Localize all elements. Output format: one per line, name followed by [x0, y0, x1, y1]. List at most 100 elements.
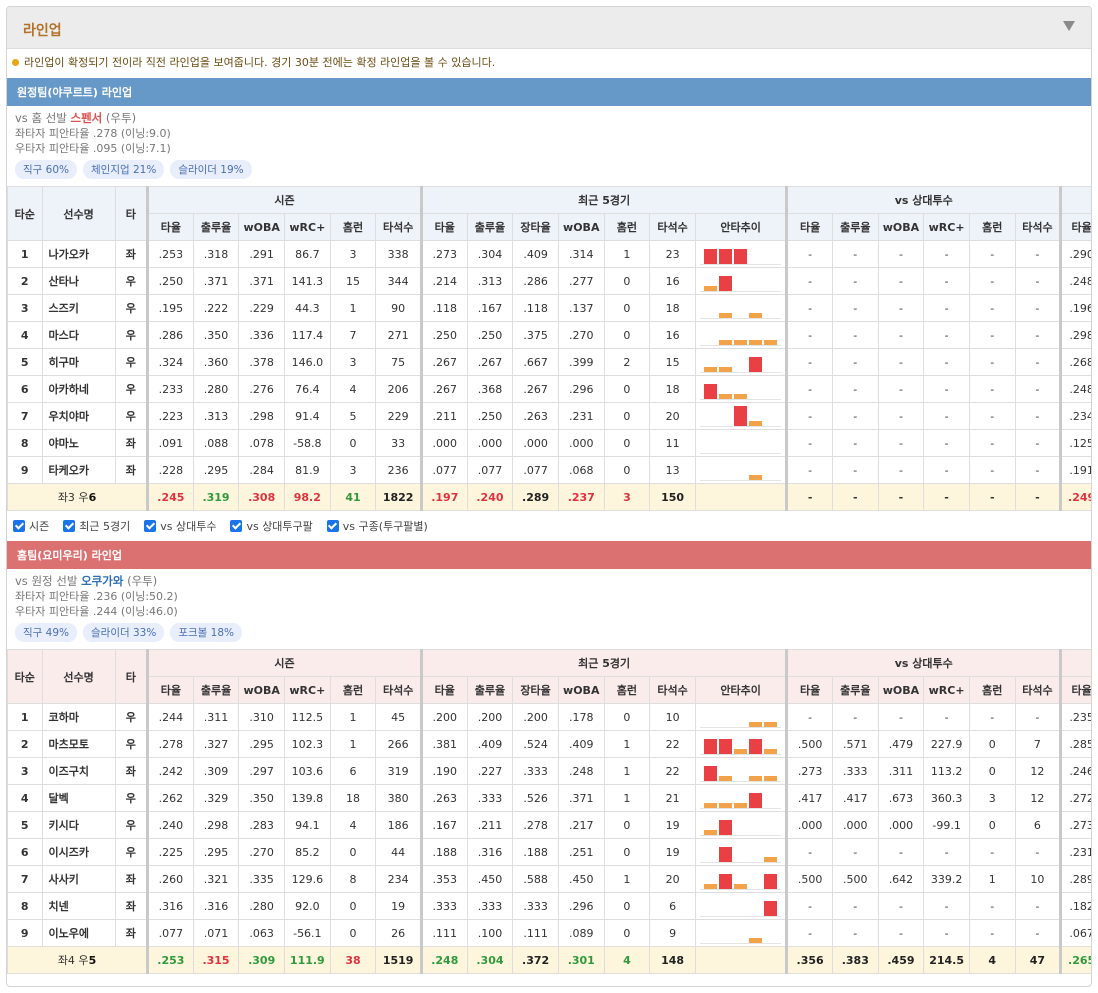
recent-stat: .227 — [466, 757, 514, 785]
trend-bar — [704, 915, 717, 916]
panel-header[interactable]: 라인업 — [7, 7, 1091, 49]
trend-bar — [718, 276, 732, 291]
batting-order: 2 — [7, 267, 43, 295]
vs-pitcher-stat: - — [1014, 703, 1062, 731]
col-season-woba: wOBA — [238, 213, 285, 241]
season-stat: .228 — [146, 456, 194, 484]
filter-vs-pitcher[interactable]: vs 상대투수 — [144, 518, 216, 534]
recent-stat: .588 — [512, 865, 559, 893]
filter-recent5[interactable]: 최근 5경기 — [63, 518, 130, 534]
trend-bar — [703, 384, 717, 399]
player-row[interactable]: 5 히구마 우 .324.360.378 146.0 3 75.267.267.667.39… — [7, 348, 1091, 376]
filter-label: vs 상대투구팔 — [246, 520, 313, 533]
player-row[interactable]: 4 마스다 우 .286.350.336 117.4 7 271.250.250.375.2… — [7, 321, 1091, 349]
player-row[interactable]: 8 야마노 좌 .091.088.078 -58.8 0 33.000.000.000.00… — [7, 429, 1091, 457]
recent-stat: .167 — [466, 294, 514, 322]
home-lineup-table: 타순 선수명 타 시즌 최근 5경기 vs 상대투수 타율 출루율 wOBA wRC+ 홈런 타석수 타… — [7, 649, 1091, 974]
season-stat: 94.1 — [284, 811, 331, 839]
player-row[interactable]: 8 치넨 좌 .316.316.280 92.0 0 19.333.333.333.296 0… — [7, 892, 1091, 920]
player-row[interactable]: 3 이즈구치 좌 .242.309.297 103.6 6 319.190.227.333.… — [7, 757, 1091, 785]
player-row[interactable]: 4 달벡 우 .262.329.350 139.8 18 380.263.333.526.3… — [7, 784, 1091, 812]
notice: 라인업이 확정되기 전이라 직전 라인업을 보여줍니다. 경기 30분 전에는 … — [7, 49, 1091, 75]
trend-bar — [748, 313, 762, 318]
player-row[interactable]: 7 우치야마 우 .223.313.298 91.4 5 229.211.250.263.2… — [7, 402, 1091, 430]
col-vs-avg: 타율 — [785, 676, 833, 704]
recent-stat: .316 — [466, 838, 514, 866]
total-vs-stat: .383 — [831, 946, 879, 974]
filter-vs-arm[interactable]: vs 상대투구팔 — [230, 518, 313, 534]
home-split-left: 좌타자 피안타율 .236 (이닝:50.2) — [15, 590, 178, 603]
hit-trend-cell — [694, 892, 788, 920]
away-pitcher-name[interactable]: 스펜서 — [71, 111, 103, 125]
season-stat: 8 — [329, 865, 377, 893]
season-stat: 266 — [375, 730, 422, 758]
season-stat: 6 — [329, 757, 377, 785]
checkbox-checked-icon[interactable] — [230, 520, 243, 532]
checkbox-checked-icon[interactable] — [326, 520, 339, 532]
player-row[interactable]: 7 사사키 좌 .260.321.335 129.6 8 234.353.450.588.4… — [7, 865, 1091, 893]
total-season-stat: .253 — [146, 946, 194, 974]
checkbox-checked-icon[interactable] — [144, 520, 157, 532]
season-stat: .078 — [238, 429, 285, 457]
trend-bar — [733, 884, 747, 889]
recent-stat: .304 — [466, 240, 514, 268]
recent-stat: .190 — [419, 757, 468, 785]
trend-bar — [703, 830, 717, 835]
player-row[interactable]: 5 키시다 우 .240.298.283 94.1 4 186.167.211.278.21… — [7, 811, 1091, 839]
player-name: 산타나 — [41, 267, 116, 295]
vs-pitcher-stat: - — [785, 838, 833, 866]
trend-bar — [764, 290, 777, 291]
hit-trend-cell — [694, 402, 788, 430]
hit-trend-sparkline — [699, 814, 782, 836]
total-extra-avg: .249 — [1059, 483, 1091, 511]
group-recent5: 최근 5경기 — [419, 649, 788, 677]
bat-hand: 우 — [114, 375, 149, 403]
total-recent-stat: .372 — [512, 946, 559, 974]
player-row[interactable]: 1 나가오카 좌 .253.318.291 86.7 3 338.273.304.409.3… — [7, 240, 1091, 268]
trend-bar — [748, 421, 762, 426]
recent-stat: .314 — [557, 240, 605, 268]
recent-stat: .200 — [466, 703, 514, 731]
hit-trend-cell — [694, 730, 788, 758]
filter-vs-pitch-type[interactable]: vs 구종(투구팔별) — [326, 518, 428, 534]
hit-trend-sparkline — [699, 459, 782, 481]
vs-pitcher-stat: - — [968, 402, 1016, 430]
total-recent-stat: 148 — [649, 946, 696, 974]
collapse-triangle-icon[interactable] — [1063, 21, 1075, 31]
vs-pitcher-stat: - — [1014, 240, 1062, 268]
player-row[interactable]: 2 산타나 우 .250.371.371 141.3 15 344.214.313.286.… — [7, 267, 1091, 295]
filter-season[interactable]: 시즌 — [13, 518, 49, 534]
recent-stat: 0 — [603, 294, 651, 322]
player-row[interactable]: 2 마츠모토 우 .278.327.295 102.3 1 266.381.409.524.… — [7, 730, 1091, 758]
season-stat: .223 — [146, 402, 194, 430]
player-row[interactable]: 9 이노우에 좌 .077.071.063 -56.1 0 26.111.100.111.0… — [7, 919, 1091, 947]
checkbox-checked-icon[interactable] — [63, 520, 76, 532]
trend-bar — [733, 803, 747, 808]
away-team-bar: 원정팀(야쿠르트) 라인업 — [7, 78, 1091, 106]
total-vs-stat: 4 — [968, 946, 1016, 974]
recent-stat: .296 — [557, 375, 605, 403]
trend-bar — [718, 820, 732, 835]
vs-pitcher-stat: - — [968, 456, 1016, 484]
vs-pitcher-stat: - — [968, 375, 1016, 403]
vs-pitcher-stat: 339.2 — [923, 865, 970, 893]
col-recent-slg: 장타율 — [512, 213, 559, 241]
player-row[interactable]: 3 스즈키 우 .195.222.229 44.3 1 90.118.167.118.137… — [7, 294, 1091, 322]
recent-stat: 18 — [649, 294, 696, 322]
hit-trend-cell — [694, 240, 788, 268]
player-row[interactable]: 9 타케오카 좌 .228.295.284 81.9 3 236.077.077.077.0… — [7, 456, 1091, 484]
recent-stat: .409 — [557, 730, 605, 758]
player-row[interactable]: 6 이시즈카 우 .225.295.270 85.2 0 44.188.316.188.25… — [7, 838, 1091, 866]
trend-bar — [733, 406, 747, 426]
player-row[interactable]: 6 아카하네 우 .233.280.276 76.4 4 206.267.368.267.2… — [7, 375, 1091, 403]
season-stat: .360 — [192, 348, 240, 376]
checkbox-checked-icon[interactable] — [13, 520, 25, 532]
player-name: 마츠모토 — [41, 730, 116, 758]
vs-pitcher-stat: - — [1014, 294, 1062, 322]
player-name: 이시즈카 — [41, 838, 116, 866]
home-pitcher-name[interactable]: 오쿠가와 — [81, 574, 123, 588]
recent-stat: .450 — [557, 865, 605, 893]
player-row[interactable]: 1 코하마 우 .244.311.310 112.5 1 45.200.200.200.17… — [7, 703, 1091, 731]
vs-pitcher-stat: - — [831, 703, 879, 731]
total-season-stat: 41 — [329, 483, 377, 511]
